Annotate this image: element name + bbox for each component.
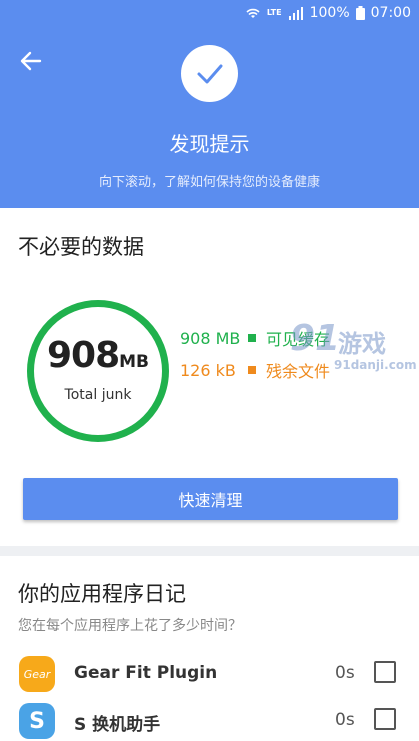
app-usage-time: 0s bbox=[335, 663, 355, 683]
battery-percent: 100% bbox=[309, 5, 350, 21]
app-usage-time: 0s bbox=[335, 710, 355, 730]
total-junk-number: 908 bbox=[46, 335, 120, 376]
clock: 07:00 bbox=[370, 5, 411, 21]
signal-icon bbox=[288, 6, 303, 20]
check-icon bbox=[197, 64, 222, 83]
watermark-url: 91danji.com bbox=[334, 358, 417, 372]
result-header: 发现提示 向下滚动，了解如何保持您的设备健康 bbox=[0, 28, 419, 208]
wifi-icon bbox=[246, 8, 260, 18]
diary-section-title: 你的应用程序日记 bbox=[18, 582, 186, 606]
watermark-logo-number: 91 bbox=[290, 318, 341, 359]
gear-app-icon: Gear bbox=[19, 656, 55, 692]
app-row-gear-fit[interactable]: Gear Gear Fit Plugin 0s bbox=[0, 653, 419, 693]
smart-switch-icon-text: S bbox=[29, 708, 45, 734]
total-junk-amount: 908MB bbox=[34, 335, 162, 376]
app-name: Gear Fit Plugin bbox=[74, 663, 218, 683]
back-button[interactable] bbox=[18, 48, 44, 74]
legend-value: 126 kB bbox=[180, 360, 236, 380]
app-select-checkbox[interactable] bbox=[374, 661, 396, 683]
total-junk-ring: 908MB Total junk bbox=[27, 300, 169, 442]
battery-icon bbox=[355, 6, 365, 20]
watermark-logo-name: 游戏 bbox=[338, 330, 386, 358]
total-junk-unit: MB bbox=[119, 352, 150, 372]
page-subtitle: 向下滚动，了解如何保持您的设备健康 bbox=[98, 175, 320, 190]
legend-value: 908 MB bbox=[180, 328, 241, 348]
page-title: 发现提示 bbox=[169, 132, 250, 156]
gear-app-icon-text: Gear bbox=[23, 667, 51, 681]
network-type-label: LTE bbox=[266, 8, 282, 17]
legend-swatch bbox=[248, 366, 256, 374]
app-row-smart-switch[interactable]: S S 换机助手 0s bbox=[0, 700, 419, 740]
app-diary-card: 你的应用程序日记 您在每个应用程序上花了多少时间？ Gear Gear Fit … bbox=[0, 556, 419, 741]
site-watermark: 91 游戏 91danji.com bbox=[290, 318, 417, 388]
app-name: S 换机助手 bbox=[74, 715, 161, 735]
app-select-checkbox[interactable] bbox=[374, 708, 396, 730]
diary-section-subtitle: 您在每个应用程序上花了多少时间？ bbox=[18, 618, 242, 634]
status-bar: LTE 100% 07:00 bbox=[0, 0, 419, 28]
smart-switch-app-icon: S bbox=[19, 703, 55, 739]
quick-clean-button[interactable]: 快速清理 bbox=[23, 478, 398, 520]
junk-card: 不必要的数据 908MB Total junk 908 MB 可见缓存 126 … bbox=[0, 208, 419, 546]
legend-swatch bbox=[248, 334, 256, 342]
total-junk-label: Total junk bbox=[64, 387, 132, 403]
arrow-left-icon bbox=[20, 51, 42, 71]
junk-section-title: 不必要的数据 bbox=[18, 235, 144, 259]
status-icons: LTE 100% 07:00 bbox=[245, 5, 411, 21]
success-check-badge bbox=[181, 45, 238, 102]
